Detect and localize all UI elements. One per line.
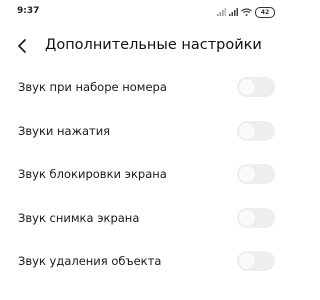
header: Дополнительные настройки <box>0 30 293 60</box>
signal-icon <box>229 8 238 16</box>
setting-label: Звук при наборе номера <box>18 80 167 94</box>
lock-screen-sound-toggle[interactable] <box>237 164 275 184</box>
signal-icon <box>217 8 226 16</box>
status-icons: 42 <box>217 6 275 18</box>
setting-label: Звуки нажатия <box>18 123 111 138</box>
page-title: Дополнительные настройки <box>45 37 262 53</box>
delete-sound-toggle[interactable] <box>237 251 275 271</box>
toggle-knob <box>239 253 255 269</box>
screenshot-sound-toggle[interactable] <box>237 207 275 228</box>
setting-row-dial-pad-sound[interactable]: Звук при наборе номера <box>0 66 293 110</box>
toggle-knob <box>239 79 255 95</box>
setting-label: Звук снимка экрана <box>18 210 140 225</box>
toggle-knob <box>239 166 255 182</box>
setting-row-screenshot-sound[interactable]: Звук снимка экрана <box>0 197 293 241</box>
chevron-left-icon[interactable] <box>15 38 29 54</box>
status-time: 9:37 <box>17 6 40 16</box>
setting-row-touch-sounds[interactable]: Звуки нажатия <box>0 110 293 154</box>
setting-row-delete-sound[interactable]: Звук удаления объекта <box>0 240 293 284</box>
toggle-knob <box>239 122 255 139</box>
status-bar: 9:37 42 <box>0 0 293 22</box>
setting-row-lock-screen-sound[interactable]: Звук блокировки экрана <box>0 153 293 197</box>
settings-list: Звук при наборе номера Звуки нажатия Зву… <box>0 66 293 284</box>
setting-label: Звук удаления объекта <box>18 254 162 268</box>
wifi-icon <box>241 8 252 16</box>
setting-label: Звук блокировки экрана <box>18 167 167 181</box>
screen: 9:37 42 Дополнительные настройки Звук пр… <box>0 0 293 300</box>
touch-sounds-toggle[interactable] <box>237 120 275 141</box>
toggle-knob <box>239 209 255 226</box>
battery-icon: 42 <box>255 6 275 18</box>
dial-pad-sound-toggle[interactable] <box>237 77 275 97</box>
